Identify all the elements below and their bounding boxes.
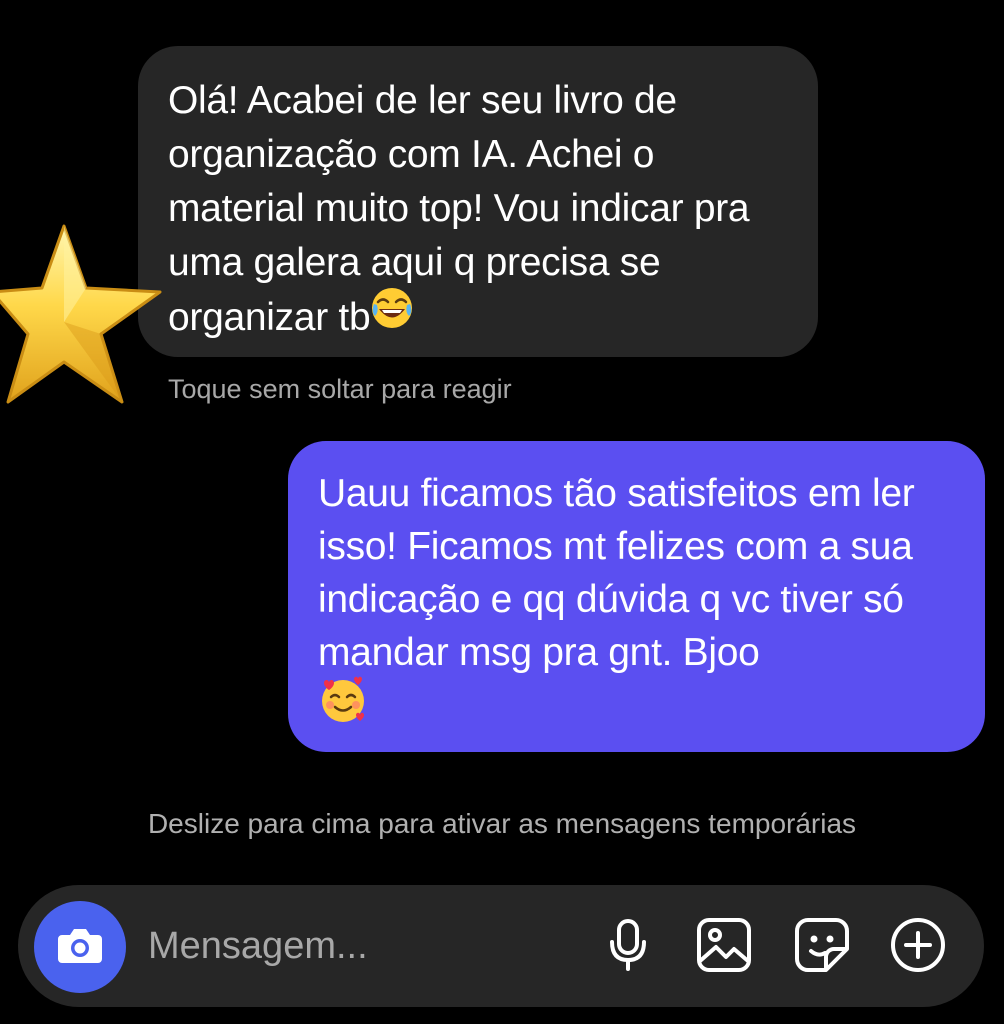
message-input[interactable] <box>148 915 578 977</box>
smiling-hearts-emoji-icon <box>318 675 368 739</box>
outgoing-message-bubble[interactable]: Uauu ficamos tão satisfeitos em ler isso… <box>288 441 985 752</box>
microphone-button[interactable] <box>596 915 660 979</box>
plus-icon <box>889 916 947 979</box>
microphone-icon <box>608 918 648 977</box>
incoming-message-bubble[interactable]: Olá! Acabei de ler seu livro de organiza… <box>138 46 818 357</box>
sticker-icon <box>794 917 850 978</box>
outgoing-message-text: Uauu ficamos tão satisfeitos em ler isso… <box>318 472 915 674</box>
star-reaction-icon <box>0 222 166 406</box>
laughing-emoji-icon <box>370 286 414 345</box>
react-hint-text: Toque sem soltar para reagir <box>168 374 512 404</box>
sticker-button[interactable] <box>790 915 854 979</box>
camera-button[interactable] <box>34 901 126 993</box>
vanish-mode-hint: Deslize para cima para ativar as mensage… <box>147 808 857 839</box>
camera-icon <box>56 925 104 970</box>
more-options-button[interactable] <box>886 915 950 979</box>
gallery-icon <box>696 917 752 978</box>
incoming-message-text: Olá! Acabei de ler seu livro de organiza… <box>168 79 750 339</box>
gallery-button[interactable] <box>692 915 756 979</box>
message-composer <box>18 885 984 1007</box>
